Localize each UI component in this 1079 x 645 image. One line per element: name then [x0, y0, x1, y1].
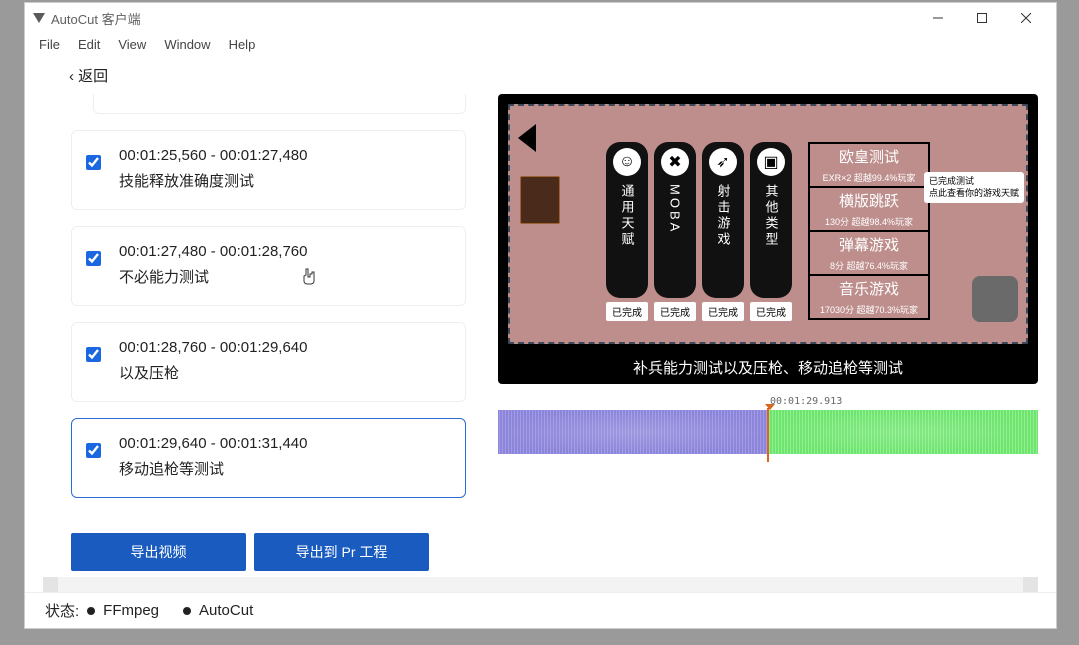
app-window: AutoCut 客户端 File Edit View Window Help ‹…	[24, 2, 1057, 629]
subtitle-time: 00:01:29,640 - 00:01:31,440	[119, 435, 451, 452]
subtitle-text: 移动追枪等测试	[119, 458, 451, 479]
subtitle-checkbox[interactable]	[86, 443, 101, 458]
subtitle-list-pane: 00:01:25,560 - 00:01:27,480 技能释放准确度测试 00…	[49, 94, 470, 571]
playhead[interactable]	[767, 408, 769, 462]
app-title: AutoCut 客户端	[51, 9, 141, 28]
timeline-time-label: 00:01:29.913	[770, 396, 842, 407]
col-icon: ✖	[661, 148, 689, 176]
status-label: 状态:	[45, 600, 79, 621]
horizontal-scrollbar[interactable]	[43, 577, 1038, 592]
preview-caption: 补兵能力测试以及压枪、移动追枪等测试	[498, 357, 1038, 378]
app-logo-icon	[33, 13, 45, 23]
waveform-track-b[interactable]	[768, 410, 1038, 454]
subtitle-card[interactable]: 00:01:28,760 - 00:01:29,640 以及压枪	[71, 322, 466, 402]
video-preview[interactable]: ☺通用天赋 已完成 ✖MOBA 已完成 ➶射击游戏 已完成	[498, 94, 1038, 384]
menu-view[interactable]: View	[110, 35, 154, 54]
status-dot-icon	[183, 607, 191, 615]
subtitle-card[interactable]: 00:01:27,480 - 00:01:28,760 不必能力测试	[71, 226, 466, 306]
statusbar: 状态: FFmpeg AutoCut	[25, 592, 1056, 628]
subtitle-checkbox[interactable]	[86, 251, 101, 266]
menubar: File Edit View Window Help	[25, 33, 1056, 55]
col-icon: ➶	[709, 148, 737, 176]
menu-help[interactable]: Help	[221, 35, 264, 54]
titlebar: AutoCut 客户端	[25, 3, 1056, 33]
export-pr-button[interactable]: 导出到 Pr 工程	[254, 533, 429, 571]
preview-bubble: 已完成测试 点此查看你的游戏天赋	[924, 172, 1024, 203]
timeline[interactable]: 00:01:29.913	[498, 398, 1038, 454]
maximize-button[interactable]	[960, 4, 1004, 32]
close-button[interactable]	[1004, 4, 1048, 32]
back-link[interactable]: ‹ 返回	[69, 68, 108, 85]
col-icon: ☺	[613, 148, 641, 176]
menu-file[interactable]: File	[31, 35, 68, 54]
col-icon: ▣	[757, 148, 785, 176]
subtitle-checkbox[interactable]	[86, 155, 101, 170]
subtitle-time: 00:01:25,560 - 00:01:27,480	[119, 147, 451, 164]
subtitle-card[interactable]: 00:01:25,560 - 00:01:27,480 技能释放准确度测试	[71, 130, 466, 210]
subtitle-text: 技能释放准确度测试	[119, 170, 451, 191]
minimize-button[interactable]	[916, 4, 960, 32]
preview-back-icon	[518, 124, 536, 152]
subtitle-time: 00:01:28,760 - 00:01:29,640	[119, 339, 451, 356]
subtitle-text: 以及压枪	[119, 362, 451, 383]
mascot-icon	[972, 276, 1018, 322]
status-dot-icon	[87, 607, 95, 615]
subtitle-time: 00:01:27,480 - 00:01:28,760	[119, 243, 451, 260]
export-video-button[interactable]: 导出视频	[71, 533, 246, 571]
status-autocut: AutoCut	[199, 602, 253, 619]
list-item-partial	[93, 94, 466, 114]
menu-window[interactable]: Window	[156, 35, 218, 54]
preview-pane: ☺通用天赋 已完成 ✖MOBA 已完成 ➶射击游戏 已完成	[470, 94, 1044, 571]
preview-badge-icon	[520, 176, 560, 224]
status-ffmpeg: FFmpeg	[103, 602, 159, 619]
subtitle-checkbox[interactable]	[86, 347, 101, 362]
subtitle-text: 不必能力测试	[119, 266, 451, 287]
subtitle-card-active[interactable]: 00:01:29,640 - 00:01:31,440 移动追枪等测试	[71, 418, 466, 498]
waveform-track-a[interactable]	[498, 410, 768, 454]
menu-edit[interactable]: Edit	[70, 35, 108, 54]
